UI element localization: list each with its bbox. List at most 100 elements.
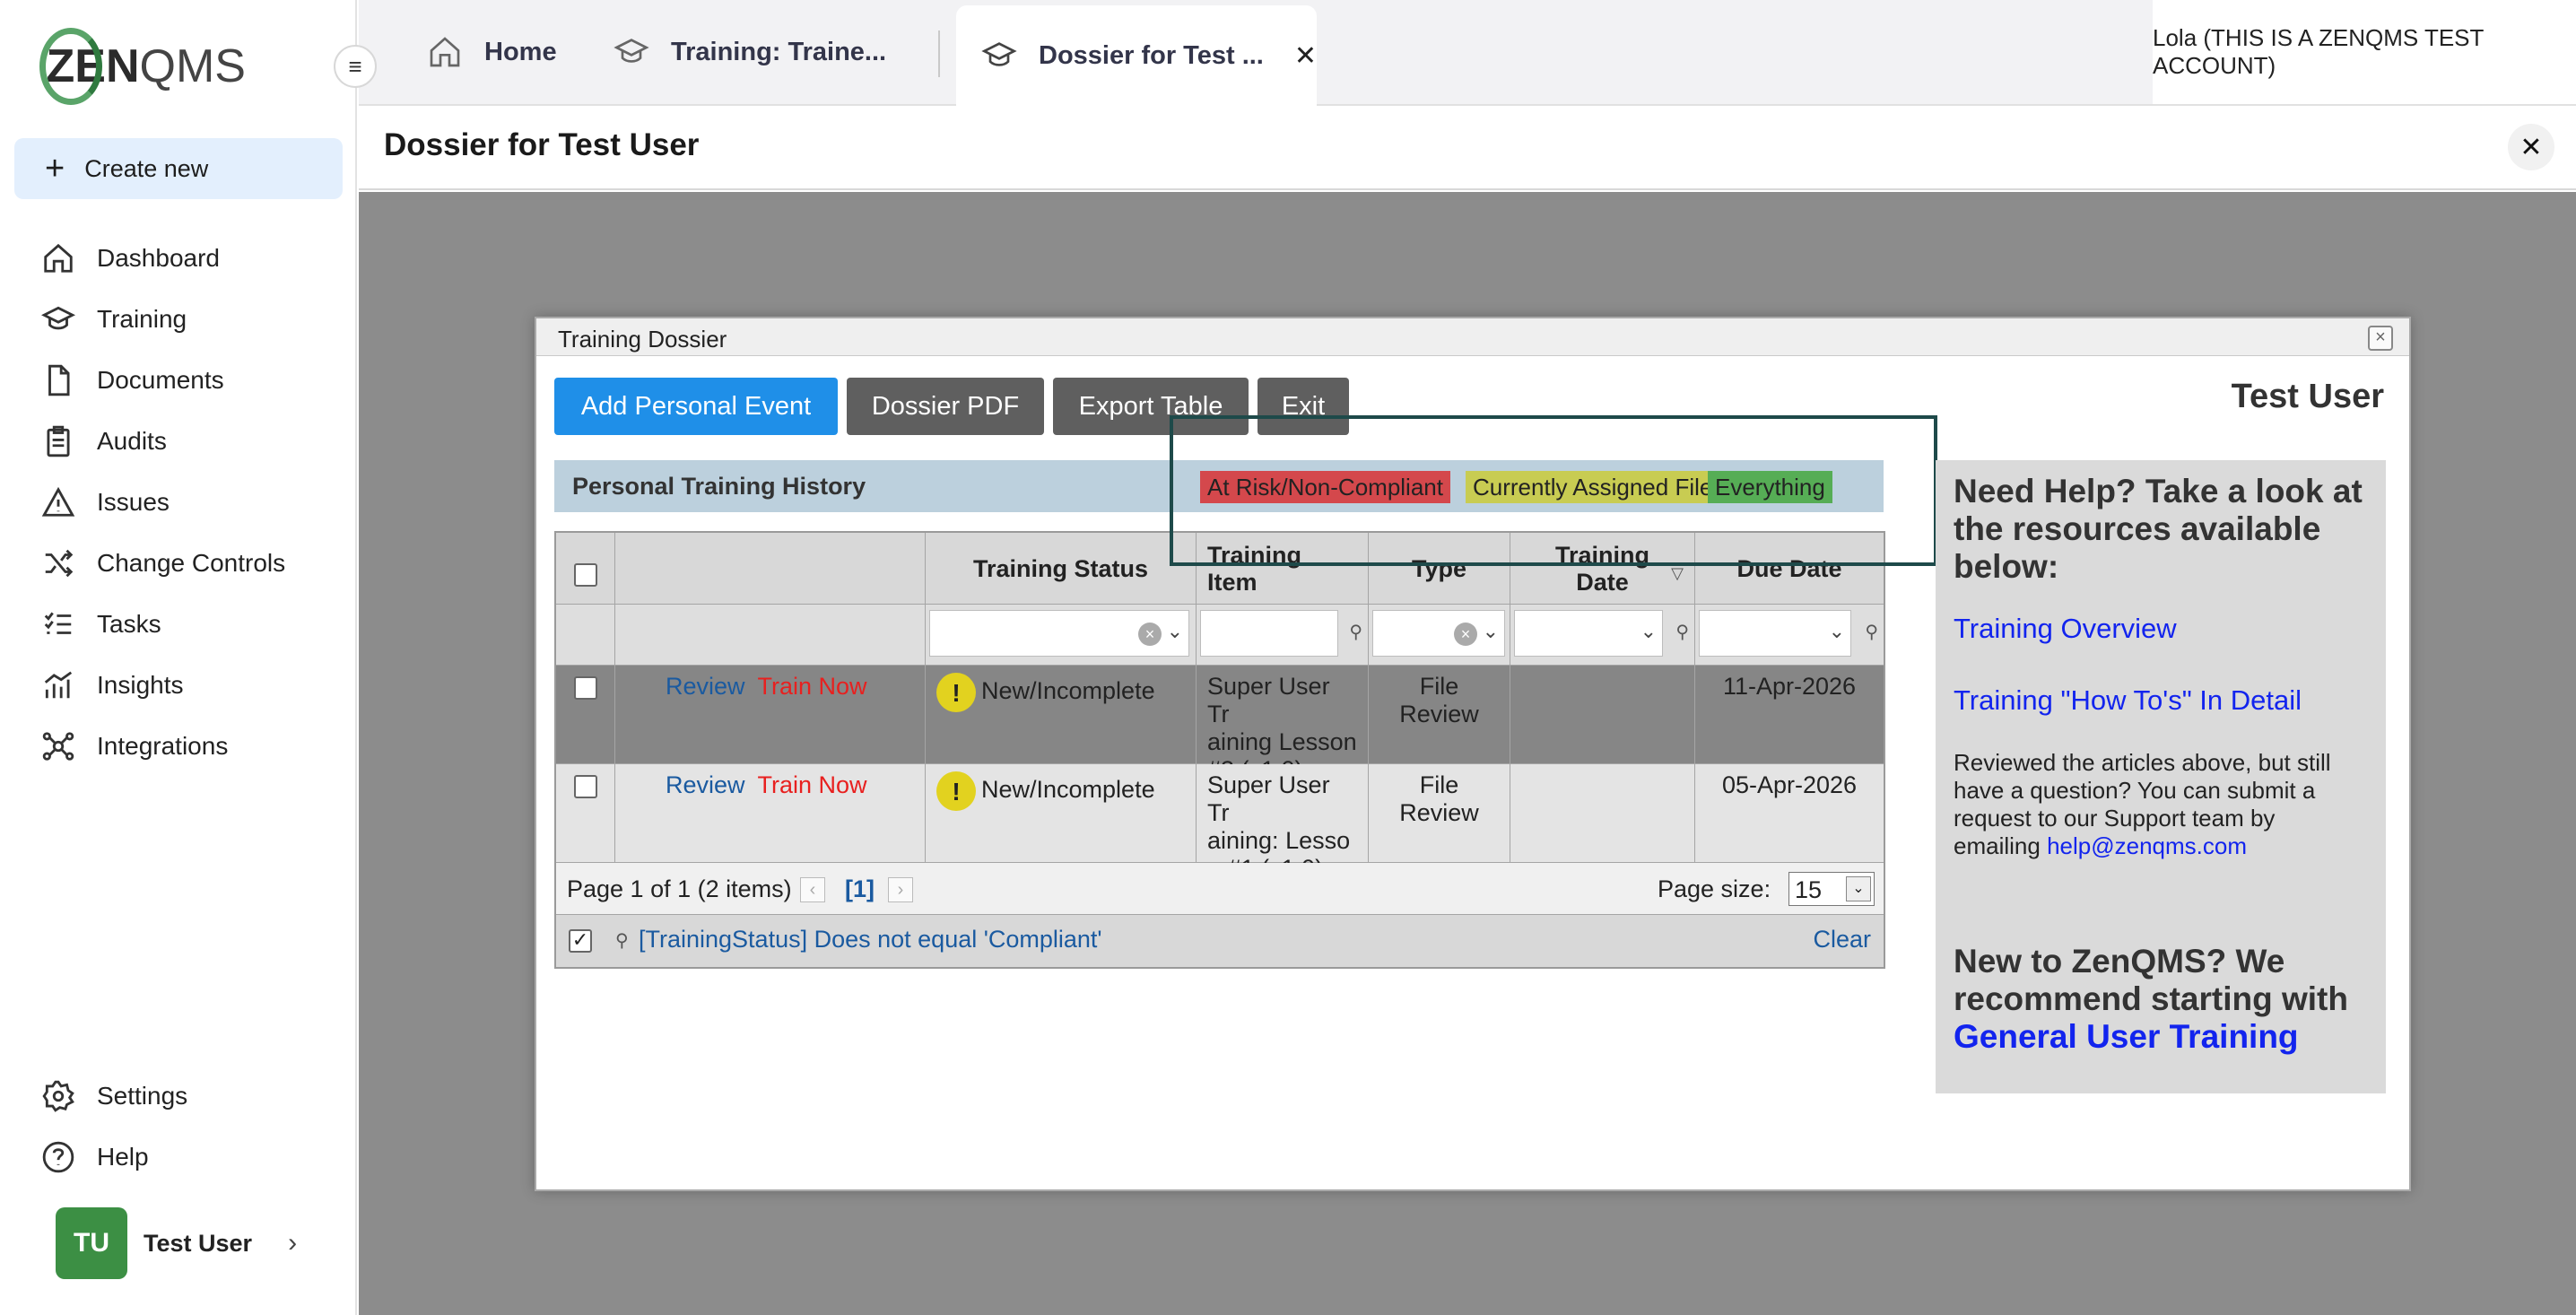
tab-bar: Home Training: Traine... Dossier for Tes…: [359, 0, 2576, 106]
clear-icon[interactable]: ×: [1138, 623, 1162, 646]
sidebar-item-insights[interactable]: Insights: [41, 664, 184, 707]
sidebar-toggle-button[interactable]: ≡: [334, 45, 377, 88]
item-text-line: aining: Lesso: [1207, 827, 1351, 854]
sidebar-item-label: Settings: [97, 1082, 188, 1110]
sidebar-item-label: Integrations: [97, 732, 229, 760]
row-checkbox[interactable]: [574, 775, 597, 798]
select-all-checkbox[interactable]: [574, 563, 597, 587]
filter-icon[interactable]: ⚲: [1675, 621, 1689, 643]
training-date-cell: [1510, 666, 1695, 764]
tab-training-trainee[interactable]: Training: Traine...: [614, 0, 886, 104]
actions-header: [615, 533, 926, 605]
training-overview-link[interactable]: Training Overview: [1954, 613, 2368, 645]
filter-row: × ⌄ ⚲ × ⌄ ⌄ ⚲ ⌄ ⚲: [556, 605, 1884, 666]
warning-icon: !: [936, 771, 976, 811]
avatar: TU: [56, 1207, 127, 1279]
type-cell: File Review: [1369, 666, 1510, 764]
clear-icon[interactable]: ×: [1454, 623, 1477, 646]
sidebar-item-tasks[interactable]: Tasks: [41, 603, 161, 646]
close-dialog-icon[interactable]: ×: [2368, 326, 2393, 351]
type-text-line: File: [1419, 771, 1459, 798]
tab-dossier[interactable]: Dossier for Test ... ✕: [956, 5, 1317, 106]
help-heading: Need Help? Take a look at the resources …: [1954, 473, 2363, 585]
tab-home[interactable]: Home: [427, 0, 557, 104]
row-actions: Review Train Now: [615, 666, 926, 764]
type-text-line: File: [1419, 673, 1459, 700]
filter-icon[interactable]: ⚲: [1865, 621, 1878, 643]
sidebar-item-settings[interactable]: Settings: [41, 1075, 187, 1118]
sidebar-item-documents[interactable]: Documents: [41, 359, 224, 402]
sidebar-item-integrations[interactable]: Integrations: [41, 725, 228, 768]
user-menu[interactable]: TU Test User ›: [56, 1207, 297, 1279]
train-now-link[interactable]: Train Now: [758, 673, 867, 700]
due-filter-dropdown[interactable]: ⌄: [1699, 610, 1851, 657]
filter-enabled-checkbox[interactable]: ✓: [569, 929, 592, 953]
clear-filter-link[interactable]: Clear: [1813, 926, 1871, 954]
sidebar-item-training[interactable]: Training: [41, 298, 187, 341]
create-new-button[interactable]: + Create new: [14, 138, 343, 199]
column-header-status[interactable]: Training Status: [926, 533, 1197, 605]
status-text: New/Incomplete: [981, 776, 1155, 804]
train-now-link[interactable]: Train Now: [758, 771, 867, 798]
add-personal-event-button[interactable]: Add Personal Event: [554, 378, 838, 435]
type-cell: File Review: [1369, 764, 1510, 863]
dossier-pdf-button[interactable]: Dossier PDF: [847, 378, 1044, 435]
status-filter-dropdown[interactable]: × ⌄: [929, 610, 1189, 657]
row-checkbox[interactable]: [574, 676, 597, 700]
page-header: Dossier for Test User ✕: [359, 108, 2576, 190]
filter-icon[interactable]: ⚲: [1349, 621, 1362, 643]
training-item-cell: Super User Tr aining: Lesso n #1 (v1.0): [1197, 764, 1369, 882]
sidebar-item-help[interactable]: Help: [41, 1136, 149, 1179]
type-filter-dropdown[interactable]: × ⌄: [1372, 610, 1505, 657]
training-history-table: Training Status Training Item Type Train…: [554, 531, 1885, 969]
due-filter-cell: ⌄ ⚲: [1695, 605, 1884, 666]
training-date-cell: [1510, 764, 1695, 863]
sidebar-item-label: Documents: [97, 366, 224, 394]
training-item-cell: Super User Tr aining Lesson #3 (v1.0): [1197, 666, 1369, 783]
home-icon: [44, 243, 73, 273]
gear-icon: [42, 1080, 74, 1112]
shuffle-icon: [45, 549, 74, 578]
chevron-down-icon: ⌄: [1846, 876, 1871, 901]
graduation-cap-icon: [981, 42, 1017, 66]
close-tab-icon[interactable]: ✕: [1294, 40, 1317, 72]
sidebar-item-change-controls[interactable]: Change Controls: [41, 542, 285, 585]
support-email-link[interactable]: help@zenqms.com: [2047, 832, 2247, 859]
general-user-training-link[interactable]: General User Training: [1954, 1018, 2299, 1055]
sidebar-item-label: Change Controls: [97, 549, 286, 577]
sidebar-item-issues[interactable]: Issues: [41, 481, 170, 524]
sidebar-item-label: Help: [97, 1143, 149, 1171]
training-howtos-link[interactable]: Training "How To's" In Detail: [1954, 684, 2368, 717]
account-name[interactable]: Lola (THIS IS A ZENQMS TEST ACCOUNT): [2153, 0, 2576, 104]
filter-cell-empty: [615, 605, 926, 666]
close-page-button[interactable]: ✕: [2508, 124, 2554, 170]
help-panel: Need Help? Take a look at the resources …: [1936, 460, 2386, 1093]
sidebar-item-dashboard[interactable]: Dashboard: [41, 237, 220, 280]
history-title: Personal Training History: [572, 473, 866, 500]
logo-ring-icon: [39, 28, 102, 105]
chevron-down-icon: ⌄: [1166, 620, 1183, 642]
type-text-line: Review: [1399, 701, 1479, 727]
item-filter-input[interactable]: [1200, 610, 1338, 657]
status-cell: ! New/Incomplete: [926, 764, 1197, 863]
review-link[interactable]: Review: [666, 673, 745, 700]
next-page-button[interactable]: ›: [888, 877, 913, 902]
zenqms-logo[interactable]: ZENQMS: [39, 25, 246, 108]
type-text-line: Review: [1399, 799, 1479, 826]
current-page-link[interactable]: [1]: [845, 875, 875, 903]
filter-expression-link[interactable]: [TrainingStatus] Does not equal 'Complia…: [639, 926, 1102, 954]
row-actions: Review Train Now: [615, 764, 926, 863]
warning-icon: [41, 486, 75, 517]
graduation-cap-icon: [41, 306, 75, 330]
date-filter-dropdown[interactable]: ⌄: [1514, 610, 1663, 657]
filter-icon: ⚲: [615, 931, 629, 951]
sidebar-item-audits[interactable]: Audits: [41, 420, 167, 463]
sidebar-item-label: Issues: [97, 488, 170, 516]
review-link[interactable]: Review: [666, 771, 745, 798]
filter-cell-empty: [556, 605, 615, 666]
page-size-select[interactable]: 15 ⌄: [1788, 872, 1875, 906]
tab-label: Home: [484, 37, 557, 66]
item-text-line: Super User Tr: [1207, 771, 1330, 826]
select-all-cell: [556, 533, 615, 605]
prev-page-button[interactable]: ‹: [800, 877, 825, 902]
